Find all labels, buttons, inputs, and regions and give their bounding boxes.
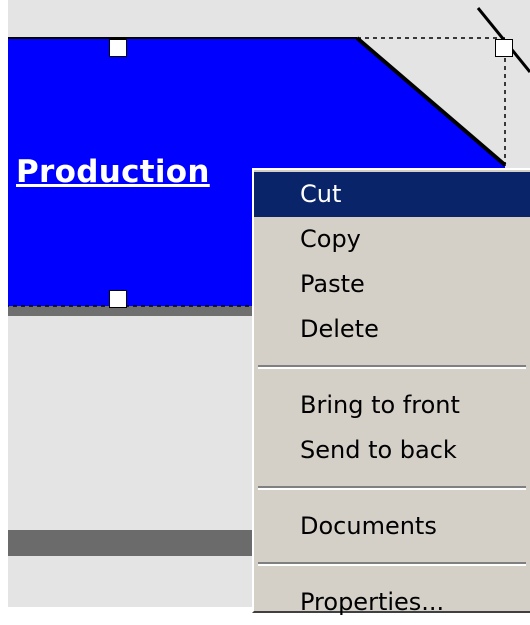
menu-item-bring-to-front[interactable]: Bring to front xyxy=(254,383,530,428)
menu-item-paste[interactable]: Paste xyxy=(254,262,530,307)
shape-label[interactable]: Production xyxy=(16,154,210,190)
resize-handle-top-right[interactable] xyxy=(495,39,513,57)
menu-separator xyxy=(258,562,526,566)
menu-separator xyxy=(258,365,526,369)
context-menu: Cut Copy Paste Delete Bring to front Sen… xyxy=(252,168,530,616)
menu-item-send-to-back[interactable]: Send to back xyxy=(254,428,530,473)
menu-item-copy[interactable]: Copy xyxy=(254,217,530,262)
menu-item-cut[interactable]: Cut xyxy=(254,172,530,217)
menu-item-documents[interactable]: Documents xyxy=(254,504,530,549)
menu-item-properties[interactable]: Properties... xyxy=(254,580,530,625)
resize-handle-top[interactable] xyxy=(109,39,127,57)
menu-separator xyxy=(258,486,526,490)
menu-item-delete[interactable]: Delete xyxy=(254,307,530,352)
shape-shadow xyxy=(8,306,258,316)
resize-handle-bottom[interactable] xyxy=(109,290,127,308)
